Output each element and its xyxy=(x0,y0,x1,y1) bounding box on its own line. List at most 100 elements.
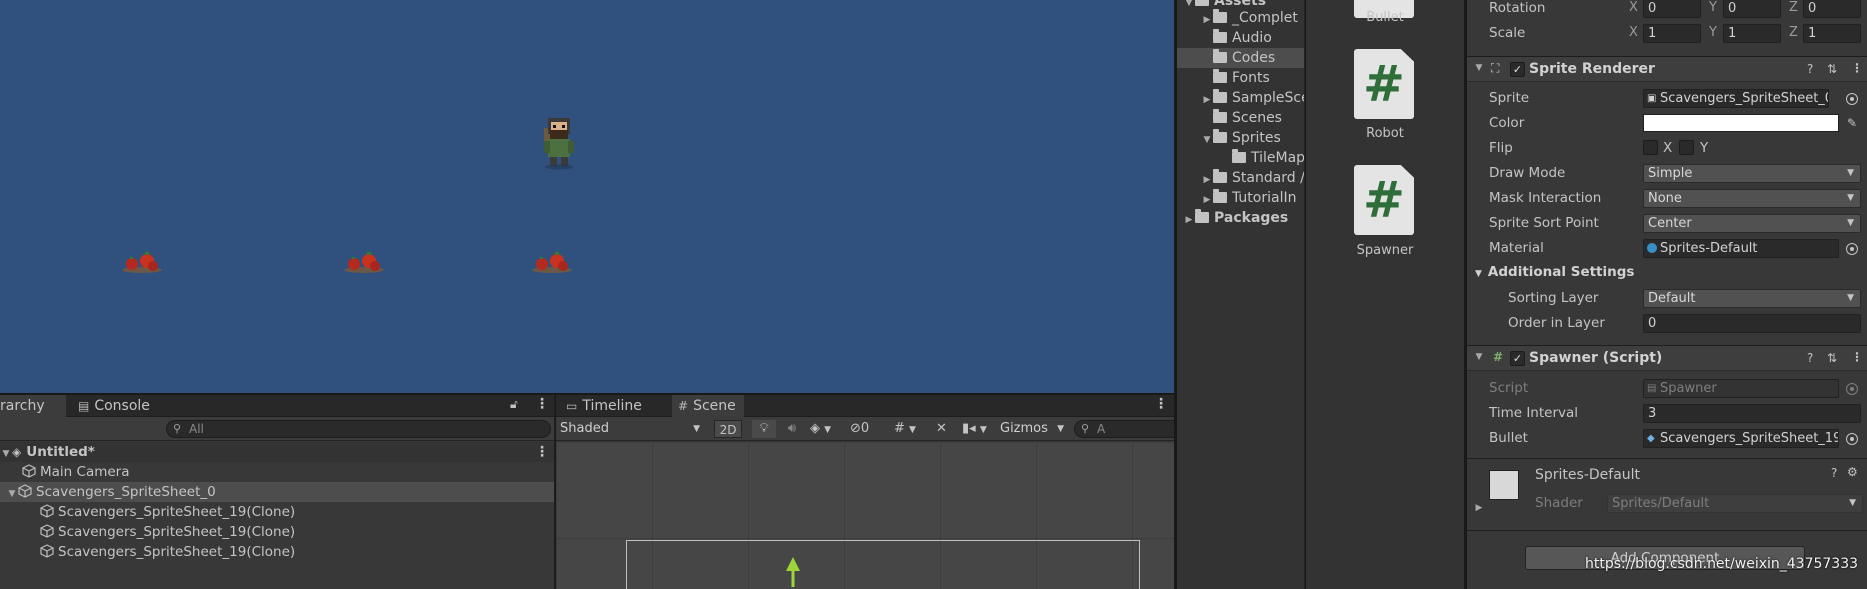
prefab-icon: ◆ xyxy=(1647,433,1655,444)
scene-viewport[interactable] xyxy=(556,442,1174,589)
effects-toggle-icon[interactable]: ◈ ▼ xyxy=(810,420,844,438)
help-icon[interactable]: ? xyxy=(1807,351,1813,365)
collapse-arrow-icon[interactable]: ▶ xyxy=(1201,10,1213,30)
mask-interaction-dropdown[interactable]: None ▼ xyxy=(1643,189,1861,208)
rotation-z-field[interactable]: 0 xyxy=(1803,0,1861,18)
asset-label[interactable]: Robot xyxy=(1306,126,1464,141)
sprite-renderer-header[interactable]: ▼ ⛶ ✓ Sprite Renderer ? ⇅ ⋮ xyxy=(1467,56,1867,82)
spawner-script-header[interactable]: ▼ # ✓ Spawner (Script) ? ⇅ ⋮ xyxy=(1467,345,1867,371)
asset-label[interactable]: Bullet xyxy=(1306,10,1464,25)
expand-arrow-icon[interactable]: ▼ xyxy=(1201,130,1213,150)
project-folder[interactable]: ▶ SampleSce xyxy=(1177,88,1304,108)
script-asset-icon[interactable]: # xyxy=(1354,49,1414,119)
scale-y-field[interactable]: 1 xyxy=(1723,24,1781,43)
sprite-sort-point-dropdown[interactable]: Center ▼ xyxy=(1643,214,1861,233)
scene-search-input[interactable]: ⚲ A xyxy=(1074,420,1174,438)
gizmos-label: Gizmos xyxy=(1000,421,1048,436)
project-folder[interactable]: Audio xyxy=(1177,28,1304,48)
settings-gear-icon[interactable]: ⚙ xyxy=(1847,465,1858,479)
project-folder[interactable]: ▶ Standard / xyxy=(1177,168,1304,188)
scene-menu-icon[interactable]: ⋮ xyxy=(535,442,549,462)
draw-mode-dropdown[interactable]: Simple ▼ xyxy=(1643,164,1861,183)
flip-x-checkbox[interactable] xyxy=(1643,140,1658,155)
collapse-arrow-icon[interactable]: ▶ xyxy=(1201,90,1213,110)
tab-console[interactable]: ▤ Console xyxy=(72,395,156,417)
color-swatch[interactable] xyxy=(1643,114,1839,132)
time-interval-field[interactable]: 3 xyxy=(1643,404,1861,423)
collapse-arrow-icon[interactable]: ▶ xyxy=(1473,503,1485,513)
project-folder[interactable]: ▼ Sprites xyxy=(1177,128,1304,148)
collapse-arrow-icon[interactable]: ▶ xyxy=(1201,170,1213,190)
collapse-arrow-icon[interactable]: ▶ xyxy=(1183,210,1195,230)
tools-icon[interactable]: ✕ xyxy=(936,420,958,438)
help-icon[interactable]: ? xyxy=(1807,62,1813,76)
project-packages-root[interactable]: ▶ Packages xyxy=(1177,208,1304,228)
component-menu-icon[interactable]: ⋮ xyxy=(1851,350,1863,364)
order-in-layer-label: Order in Layer xyxy=(1508,315,1605,331)
project-folder[interactable]: Codes xyxy=(1177,48,1304,68)
grid-snap-icon[interactable]: # ▼ xyxy=(894,420,930,438)
sprite-renderer-enabled-checkbox[interactable]: ✓ xyxy=(1510,62,1525,77)
component-menu-icon[interactable]: ⋮ xyxy=(1851,61,1863,75)
help-icon[interactable]: ? xyxy=(1831,466,1837,480)
object-picker-icon[interactable] xyxy=(1846,243,1858,255)
project-folder[interactable]: TileMap xyxy=(1177,148,1304,168)
project-folder[interactable]: ▶ _Complet xyxy=(1177,8,1304,28)
more-options-icon[interactable]: ⋮ xyxy=(1154,396,1168,412)
hierarchy-scene-row[interactable]: ▼ ◈ Untitled* ⋮ xyxy=(0,442,554,462)
hierarchy-search-input[interactable]: ⚲ All xyxy=(166,420,551,438)
transform-gizmo-arrow[interactable] xyxy=(785,557,801,587)
hierarchy-item[interactable]: Scavengers_SpriteSheet_19(Clone) xyxy=(0,542,554,562)
collapse-arrow-icon[interactable]: ▼ xyxy=(0,444,12,464)
asset-label[interactable]: Spawner xyxy=(1306,243,1464,258)
folder-open-icon xyxy=(1213,129,1227,143)
preset-icon[interactable]: ⇅ xyxy=(1827,62,1837,76)
hierarchy-item[interactable]: ▼ Scavengers_SpriteSheet_0 xyxy=(0,482,554,502)
object-picker-icon[interactable] xyxy=(1846,93,1858,105)
more-options-icon[interactable]: ⋮ xyxy=(535,396,549,412)
watermark-text: https://blog.csdn.net/weixin_43757333 xyxy=(1585,556,1859,572)
rotation-y-field[interactable]: 0 xyxy=(1723,0,1781,18)
gizmos-dropdown[interactable]: Gizmos ▼ xyxy=(996,420,1068,438)
flip-y-checkbox[interactable] xyxy=(1679,140,1694,155)
bullet-object-field[interactable]: ◆ Scavengers_SpriteSheet_19 xyxy=(1643,429,1839,448)
hidden-objects-toggle[interactable]: ⊘0 xyxy=(850,420,890,438)
tab-timeline[interactable]: ▭ Timeline xyxy=(556,395,648,417)
rotation-x-field[interactable]: 0 xyxy=(1643,0,1701,18)
lock-icon[interactable]: 🔓︎ xyxy=(510,397,518,412)
preset-icon[interactable]: ⇅ xyxy=(1827,351,1837,365)
lighting-toggle-icon[interactable]: 💡︎ xyxy=(752,420,776,438)
shading-mode-dropdown[interactable]: Shaded ▼ xyxy=(556,420,704,438)
hierarchy-item[interactable]: Scavengers_SpriteSheet_19(Clone) xyxy=(0,502,554,522)
scale-x-field[interactable]: 1 xyxy=(1643,24,1701,43)
eyedropper-icon[interactable]: ✎ xyxy=(1847,116,1857,130)
project-folder[interactable]: ▶ TutorialIn xyxy=(1177,188,1304,208)
sorting-layer-dropdown[interactable]: Default ▼ xyxy=(1643,289,1861,308)
sprite-object-field[interactable]: ▣ Scavengers_SpriteSheet_0 xyxy=(1643,89,1829,108)
hierarchy-item[interactable]: Scavengers_SpriteSheet_19(Clone) xyxy=(0,522,554,542)
material-object-field[interactable]: Sprites-Default xyxy=(1643,239,1839,258)
additional-settings-foldout[interactable]: ▼ Additional Settings xyxy=(1475,264,1634,280)
folder-icon xyxy=(1195,0,1209,6)
hierarchy-search-placeholder: All xyxy=(189,422,204,436)
expand-arrow-icon[interactable]: ▼ xyxy=(1473,63,1485,73)
order-in-layer-field[interactable]: 0 xyxy=(1643,314,1861,333)
project-folder[interactable]: Fonts xyxy=(1177,68,1304,88)
collapse-arrow-icon[interactable]: ▶ xyxy=(1201,190,1213,210)
project-folder[interactable]: Scenes xyxy=(1177,108,1304,128)
tab-scene[interactable]: # Scene xyxy=(672,395,744,417)
mode-2d-button[interactable]: 2D xyxy=(714,420,742,438)
gameobject-cube-icon xyxy=(18,484,32,498)
tab-hierarchy[interactable]: rarchy xyxy=(0,395,66,417)
audio-toggle-icon[interactable]: 🔊︎ xyxy=(780,420,804,438)
scale-z-field[interactable]: 1 xyxy=(1803,24,1861,43)
scene-tabbar: ▭ Timeline # Scene ⋮ xyxy=(556,395,1174,417)
spawner-enabled-checkbox[interactable]: ✓ xyxy=(1510,351,1525,366)
expand-arrow-icon[interactable]: ▼ xyxy=(6,484,18,504)
object-picker-icon[interactable] xyxy=(1846,433,1858,445)
hierarchy-item[interactable]: Main Camera xyxy=(0,462,554,482)
expand-arrow-icon[interactable]: ▼ xyxy=(1473,352,1485,362)
search-icon: ⚲ xyxy=(173,422,182,435)
script-asset-icon[interactable]: # xyxy=(1354,165,1414,235)
camera-icon[interactable]: ▮◂ ▼ xyxy=(962,420,994,438)
